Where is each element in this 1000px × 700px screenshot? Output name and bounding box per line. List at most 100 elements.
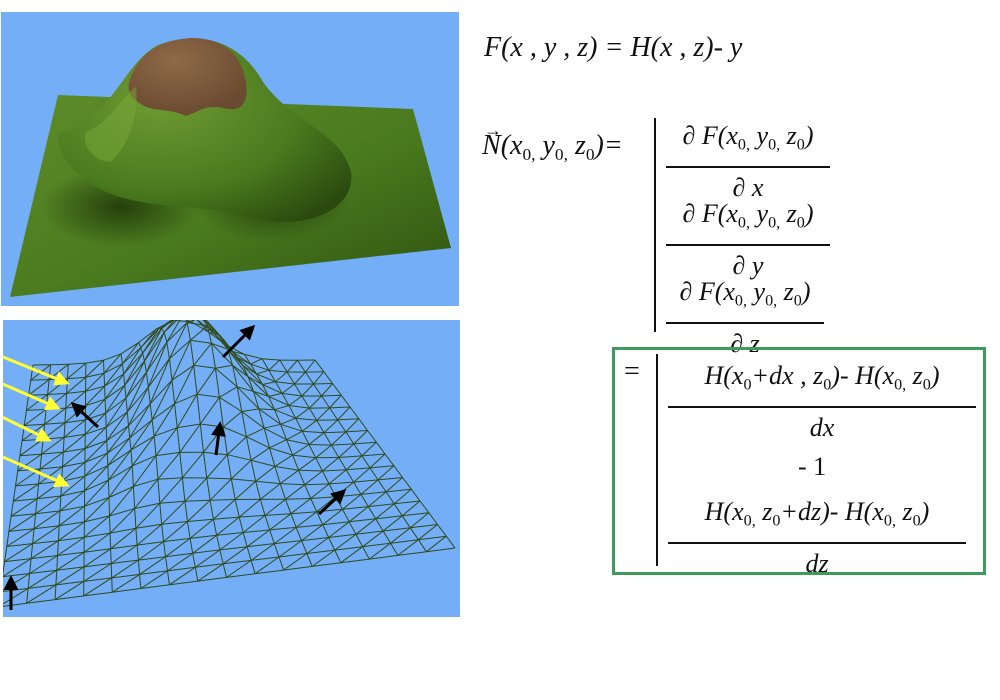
mesh-edge (206, 477, 232, 480)
mesh-edge (67, 376, 86, 380)
mesh-edge (213, 499, 236, 520)
mesh-edge (264, 513, 291, 516)
mesh-edge (268, 369, 288, 373)
mesh-edge (104, 386, 106, 400)
mesh-edge (105, 397, 127, 414)
mesh-edge (292, 444, 310, 456)
mesh-edge (26, 588, 29, 604)
mesh-edge (23, 410, 27, 426)
mesh-edge (286, 359, 298, 373)
mesh-edge (275, 381, 295, 385)
mesh-edge (348, 521, 357, 535)
mesh-edge (304, 483, 330, 486)
mesh-edge (179, 452, 183, 478)
mesh-edge (193, 342, 212, 366)
mesh-edge (292, 454, 300, 471)
mesh-edge (260, 483, 281, 500)
mesh-edge (206, 454, 228, 479)
mesh-edge (314, 359, 325, 373)
result-row-3-den: dz (805, 548, 829, 578)
mesh-edge (107, 437, 131, 466)
mesh-edge (44, 407, 67, 425)
mesh-edge (361, 453, 386, 457)
mesh-edge (104, 384, 126, 400)
mesh-edge (313, 371, 325, 385)
result-row-2: - 1 (798, 452, 827, 481)
mesh-edge (47, 392, 67, 395)
mesh-edge (132, 486, 136, 509)
mesh-edge (125, 397, 128, 412)
mesh-edge (24, 423, 45, 426)
normal-row-1: ∂ F(x0, y0, z0) ∂ x (666, 118, 830, 206)
mesh-edge (29, 558, 32, 574)
mesh-edge (234, 499, 240, 518)
mesh-edge (128, 425, 131, 438)
mesh-edge (163, 332, 168, 343)
mesh-edge (165, 556, 168, 571)
mesh-edge (161, 524, 165, 542)
mesh-edge (345, 418, 360, 433)
mesh-edge (123, 373, 126, 386)
mesh-edge (109, 486, 134, 517)
mesh-edge (44, 409, 47, 425)
mesh-edge (316, 407, 330, 421)
mesh-edge (107, 480, 110, 498)
mesh-edge (68, 362, 86, 365)
mesh-edge (362, 546, 370, 560)
mesh-edge (275, 371, 288, 383)
mesh-edge (234, 480, 257, 500)
mesh-edge (130, 450, 133, 466)
mesh-edge (353, 481, 362, 495)
mesh-edge (377, 477, 403, 481)
mesh-edge (255, 480, 281, 485)
mesh-edge (269, 529, 275, 544)
mesh-edge (66, 376, 87, 394)
mesh-edge (243, 529, 270, 533)
mesh-edge (353, 430, 368, 445)
mesh-edge (296, 524, 323, 528)
mesh-edge (189, 340, 195, 366)
mesh-edge (103, 363, 123, 374)
mesh-edge (111, 577, 113, 593)
mesh-edge (377, 465, 395, 481)
mesh-edge (159, 503, 163, 525)
mesh-edge (345, 455, 363, 471)
mesh-edge (360, 491, 387, 495)
mesh-edge (298, 470, 306, 485)
mesh-edge (218, 397, 224, 428)
mesh-edge (184, 477, 208, 502)
mesh-edge (329, 394, 342, 409)
mesh-edge (295, 527, 302, 541)
mesh-edge (138, 342, 142, 348)
mesh-edge (106, 453, 109, 466)
mesh-edge (409, 527, 419, 540)
mesh-edge (186, 320, 197, 323)
result-equals-sign: = (624, 356, 640, 387)
mesh-edge (59, 495, 62, 511)
mesh-edge (349, 406, 360, 420)
mesh-edge (295, 511, 318, 528)
mesh-edge (329, 407, 339, 421)
mesh-edge (107, 465, 109, 481)
mesh-edge (285, 499, 292, 514)
mesh-edge (353, 443, 363, 457)
mesh-edge (84, 465, 109, 477)
mesh-edge (194, 567, 199, 582)
mesh-edge (393, 488, 412, 505)
mesh-edge (437, 524, 447, 537)
mesh-edge (66, 364, 69, 379)
mesh-edge (345, 431, 355, 445)
mesh-edge (4, 546, 8, 562)
mesh-edge (193, 365, 198, 395)
mesh-edge (393, 465, 403, 478)
mesh-edge (104, 363, 123, 387)
mesh-edge (149, 379, 173, 405)
mesh-edge (323, 431, 346, 434)
mesh-edge (121, 363, 125, 375)
shaded-terrain-panel (1, 12, 459, 306)
mesh-edge (337, 406, 351, 421)
mesh-edge (163, 521, 188, 542)
mesh-edge (334, 549, 342, 563)
mesh-edge (338, 457, 347, 471)
mesh-edge (142, 353, 145, 362)
